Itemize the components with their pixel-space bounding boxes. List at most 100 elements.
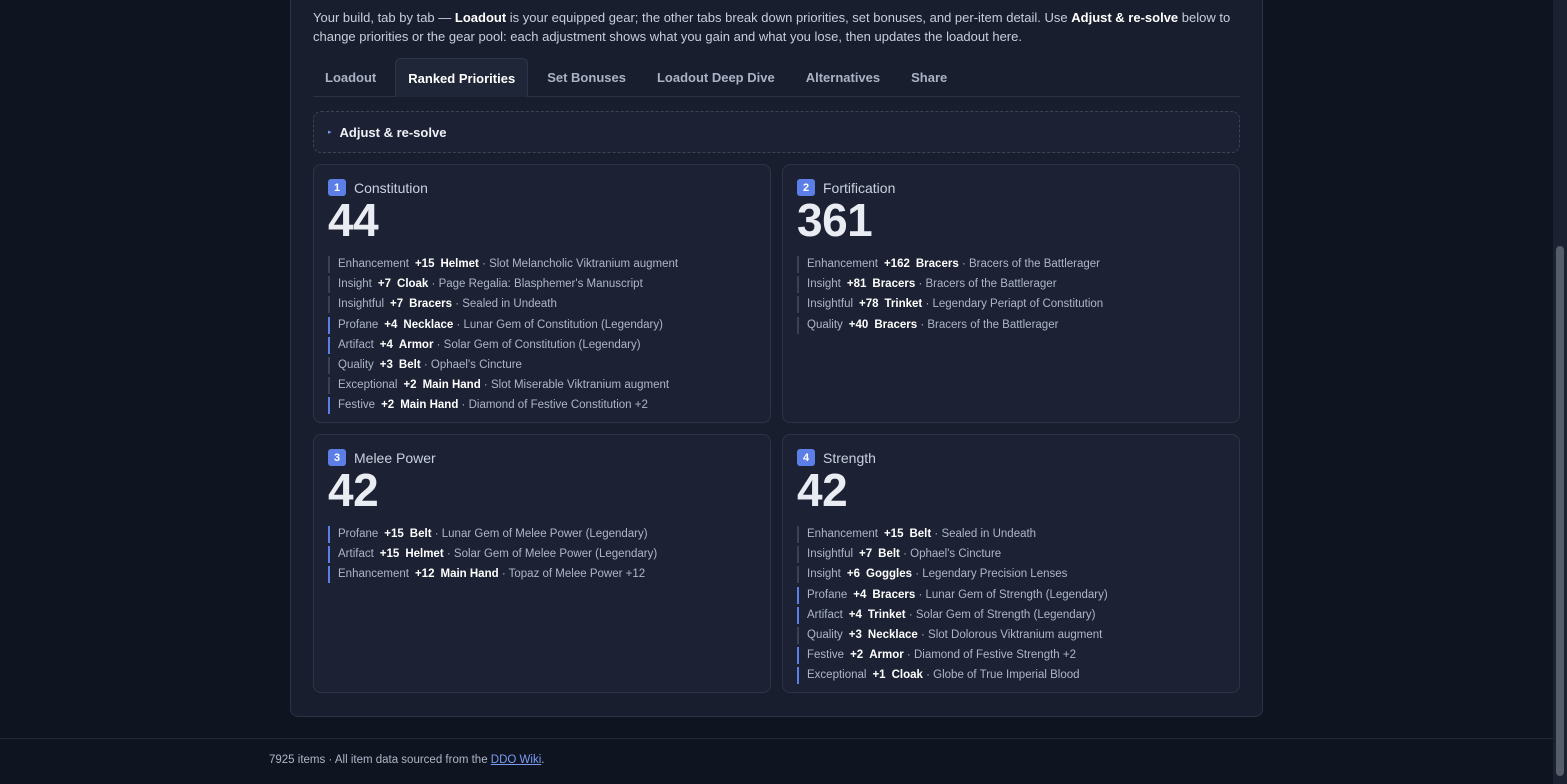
item-source-prefix: · [917, 318, 928, 331]
gear-slot: Armor [869, 649, 904, 662]
bonus-type: Enhancement [338, 568, 409, 581]
gear-slot: Bracers [872, 278, 916, 291]
contribution-list: Enhancement +15 Belt · Sealed in Undeath In… [797, 526, 1225, 685]
tab-loadout-deep-dive[interactable]: Loadout Deep Dive [645, 58, 787, 97]
stat-total: 42 [797, 464, 848, 516]
tab-share[interactable]: Share [899, 58, 959, 97]
item-source: Bracers of the Battlerager [968, 258, 1100, 270]
item-source: Diamond of Festive Strength +2 [913, 649, 1076, 662]
contribution-row: Exceptional +2 Main Hand · Slot Miserable … [328, 377, 756, 395]
gear-slot: Belt [909, 528, 932, 540]
bonus-value: +7 [390, 298, 404, 311]
bonus-value: +4 [853, 588, 867, 601]
footer-text: 7925 items · All item data sourced from … [269, 754, 491, 766]
bonus-value: +4 [384, 318, 398, 331]
item-source: Sealed in Undeath [462, 298, 557, 311]
card-header: 1 Constitution [328, 179, 756, 196]
item-source: Ophael's Cincture [430, 358, 522, 371]
item-source-prefix: · [478, 258, 490, 270]
item-source: Diamond of Festive Constitution +2 [468, 399, 648, 412]
gear-slot: Cloak [891, 669, 923, 682]
item-source-prefix: · [480, 379, 491, 392]
priority-card: 1 Constitution 44 Enhancement +15 Helmet · Sl… [313, 164, 771, 423]
footer-divider [0, 738, 1553, 739]
intro-adjust-emphasis: Adjust & re-solve [1071, 10, 1179, 25]
scrollbar[interactable] [1553, 0, 1567, 784]
item-source-prefix: · [899, 548, 911, 561]
scrollbar-thumb[interactable] [1556, 246, 1564, 776]
item-source: Solar Gem of Constitution (Legendary) [443, 338, 641, 351]
gear-slot: Bracers [874, 318, 918, 331]
contribution-row: Profane +4 Bracers · Lunar Gem of Strength… [797, 586, 1225, 604]
gear-slot: Main Hand [422, 379, 481, 392]
contribution-row: Profane +4 Necklace · Lunar Gem of Constit… [328, 316, 756, 334]
bonus-value: +4 [379, 338, 393, 351]
item-source: Lunar Gem of Constitution (Legendary) [463, 318, 663, 331]
ddo-wiki-link[interactable]: DDO Wiki [491, 754, 541, 766]
contribution-row: Insight +7 Cloak · Page Regalia: Blaspheme… [328, 276, 756, 294]
item-source: Slot Dolorous Viktranium augment [928, 628, 1103, 641]
item-source-prefix: · [917, 628, 929, 641]
contribution-list: Enhancement +15 Helmet · Slot Melancholic … [328, 256, 756, 415]
stat-total: 42 [328, 464, 379, 516]
gear-slot: Bracers [915, 258, 959, 270]
contribution-row: Insight +6 Goggles · Legendary Precision L… [797, 566, 1225, 584]
item-source: Solar Gem of Melee Power (Legendary) [453, 548, 658, 561]
contribution-row: Exceptional +1 Cloak · Globe of True Imper… [797, 667, 1225, 685]
item-source: Topaz of Melee Power +12 [508, 568, 646, 581]
tab-loadout[interactable]: Loadout [313, 58, 388, 97]
tab-ranked-priorities[interactable]: Ranked Priorities [395, 58, 529, 97]
footer: 7925 items · All item data sourced from … [269, 754, 544, 766]
contribution-row: Profane +15 Belt · Lunar Gem of Melee Powe… [328, 526, 756, 543]
bonus-value: +40 [848, 318, 869, 331]
adjust-resolve-label: Adjust & re-solve [339, 124, 447, 140]
contribution-row: Artifact +15 Helmet · Solar Gem of Melee P… [328, 546, 756, 564]
tab-set-bonuses[interactable]: Set Bonuses [535, 58, 638, 97]
bonus-value: +6 [846, 568, 861, 581]
gear-slot: Bracers [872, 588, 916, 601]
bonus-value: +15 [414, 258, 435, 270]
bonus-value: +15 [384, 528, 404, 540]
gear-slot: Helmet [440, 258, 479, 270]
item-source: Slot Miserable Viktranium augment [490, 379, 670, 392]
bonus-type: Insightful [338, 298, 385, 311]
bonus-type: Enhancement [338, 258, 409, 270]
gear-slot: Belt [409, 528, 432, 540]
bonus-value: +162 [883, 258, 910, 270]
item-source-prefix: · [922, 298, 933, 311]
item-source: Page Regalia: Blasphemer's Manuscript [438, 278, 643, 291]
tab-alternatives[interactable]: Alternatives [794, 58, 892, 97]
bonus-type: Quality [807, 628, 843, 641]
bonus-type: Artifact [338, 338, 374, 351]
item-source-prefix: · [931, 528, 942, 540]
item-source-prefix: · [433, 338, 444, 351]
contribution-list: Enhancement +162 Bracers · Bracers of the … [797, 256, 1225, 334]
gear-slot: Necklace [403, 318, 454, 331]
contribution-row: Quality +3 Belt · Ophael's Cincture [328, 356, 756, 374]
intro-loadout-emphasis: Loadout [454, 10, 507, 25]
bonus-type: Quality [807, 318, 843, 331]
contribution-row: Artifact +4 Armor · Solar Gem of Constitut… [328, 336, 756, 354]
bonus-value: +3 [848, 628, 862, 641]
bonus-type: Insightful [807, 298, 854, 311]
item-source-prefix: · [958, 258, 969, 270]
gear-slot: Belt [398, 358, 421, 371]
item-source: Sealed in Undeath [941, 528, 1037, 540]
bonus-value: +81 [846, 278, 867, 291]
gear-slot: Trinket [867, 608, 906, 621]
item-source: Solar Gem of Strength (Legendary) [915, 608, 1096, 621]
item-source-prefix: · [905, 608, 916, 621]
gear-slot: Bracers [409, 298, 452, 311]
bonus-value: +15 [883, 528, 904, 540]
gear-slot: Belt [878, 548, 900, 561]
bonus-type: Exceptional [338, 379, 398, 392]
contribution-row: Insightful +78 Trinket · Legendary Periapt… [797, 296, 1225, 314]
item-source-prefix: · [922, 669, 934, 682]
contribution-row: Artifact +4 Trinket · Solar Gem of Strengt… [797, 606, 1225, 624]
gear-slot: Necklace [867, 628, 918, 641]
item-source-prefix: · [452, 298, 463, 311]
item-source: Lunar Gem of Melee Power (Legendary) [441, 528, 648, 540]
caret-right-icon: ▸ [328, 129, 332, 136]
adjust-resolve-toggle[interactable]: ▸ Adjust & re-solve [313, 111, 1240, 153]
contribution-row: Festive +2 Armor · Diamond of Festive Stre… [797, 647, 1225, 665]
